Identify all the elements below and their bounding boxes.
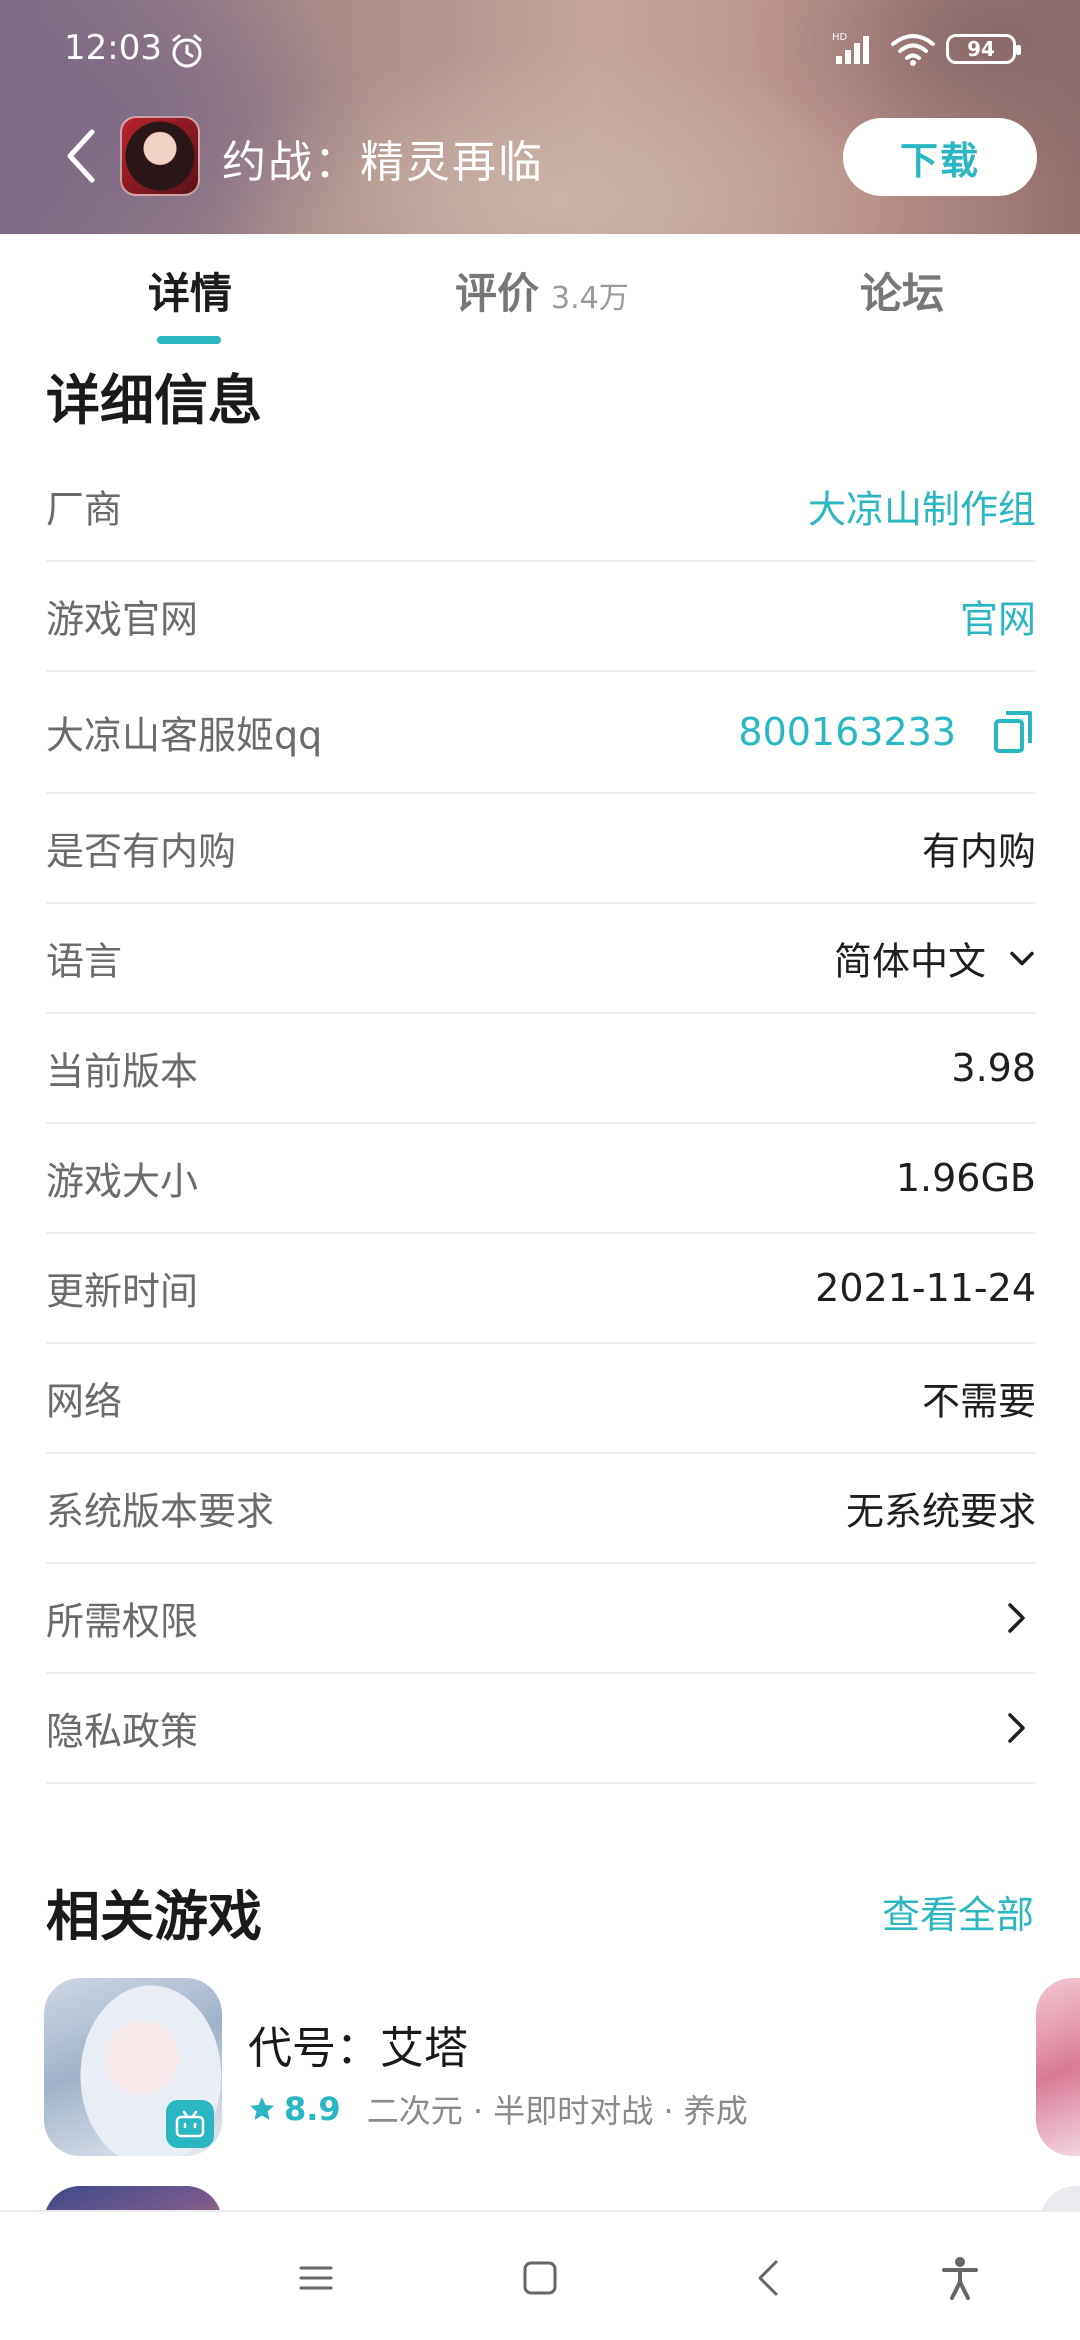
home-icon xyxy=(523,2261,557,2295)
website-link[interactable]: 官网 xyxy=(960,589,1036,644)
battery-indicator: 94 xyxy=(946,34,1021,64)
game-name: 代号：艾塔 xyxy=(248,2023,468,2074)
accessibility-icon xyxy=(942,2257,978,2300)
tab-details[interactable]: 详情 xyxy=(148,260,232,321)
detail-value: 2021-11-24 xyxy=(815,1266,1036,1310)
detail-label: 系统版本要求 xyxy=(46,1489,275,1534)
detail-row-privacy-policy[interactable]: 隐私政策 xyxy=(46,1674,1036,1784)
detail-label: 隐私政策 xyxy=(46,1709,199,1754)
detail-label: 语言 xyxy=(46,939,123,984)
tab-reviews-count: 3.4万 xyxy=(551,281,629,316)
related-game-card[interactable]: 代号：艾塔 8.9 二次元 · 半即时对战 · 养成 xyxy=(44,1978,1004,2156)
back-icon xyxy=(758,2260,778,2296)
app-title: 约战：精灵再临 xyxy=(222,137,544,188)
detail-row-update-time: 更新时间 2021-11-24 xyxy=(46,1234,1036,1344)
detail-label: 游戏官网 xyxy=(46,597,199,642)
tab-details-label: 详情 xyxy=(148,269,233,318)
detail-label: 更新时间 xyxy=(46,1269,199,1314)
menu-icon xyxy=(299,2266,333,2290)
chevron-down-icon xyxy=(1010,951,1034,965)
details-list: 厂商 大凉山制作组 游戏官网 官网 大凉山客服姬qq 800163233 是否有… xyxy=(46,452,1036,1784)
download-button[interactable]: 下载 xyxy=(843,118,1037,196)
detail-label: 大凉山客服姬qq xyxy=(46,713,323,758)
detail-row-permissions[interactable]: 所需权限 xyxy=(46,1564,1036,1674)
detail-value: 有内购 xyxy=(921,829,1036,874)
vendor-link[interactable]: 大凉山制作组 xyxy=(808,479,1036,534)
tab-reviews[interactable]: 评价 3.4万 xyxy=(455,260,629,321)
nav-back-button[interactable] xyxy=(736,2246,800,2310)
app-icon xyxy=(120,116,200,196)
support-qq-value[interactable]: 800163233 xyxy=(738,709,1036,755)
detail-label: 厂商 xyxy=(46,487,123,532)
detail-row-version: 当前版本 3.98 xyxy=(46,1014,1036,1124)
language-dropdown[interactable]: 简体中文 xyxy=(834,931,1036,986)
detail-label: 当前版本 xyxy=(46,1049,199,1094)
support-qq-number: 800163233 xyxy=(738,710,956,754)
view-all-link[interactable]: 查看全部 xyxy=(882,1884,1034,1939)
detail-value: 3.98 xyxy=(951,1046,1036,1090)
chevron-right-icon xyxy=(1008,1603,1025,1633)
detail-label: 网络 xyxy=(46,1379,123,1424)
alarm-icon xyxy=(172,34,202,68)
chevron-left-icon xyxy=(67,129,95,183)
detail-row-network: 网络 不需要 xyxy=(46,1344,1036,1454)
detail-value: 1.96GB xyxy=(895,1156,1036,1200)
detail-row-size: 游戏大小 1.96GB xyxy=(46,1124,1036,1234)
signal-icon: HD xyxy=(832,32,869,64)
bilibili-badge-icon xyxy=(166,2100,214,2148)
detail-row-vendor: 厂商 大凉山制作组 xyxy=(46,452,1036,562)
next-game-thumbnail[interactable] xyxy=(1036,1978,1080,2156)
system-nav-bar xyxy=(0,2210,1080,2340)
tab-active-indicator xyxy=(157,336,221,344)
details-section-title: 详细信息 xyxy=(46,369,262,432)
detail-row-support-qq: 大凉山客服姬qq 800163233 xyxy=(46,672,1036,794)
tab-bar: 详情 评价 3.4万 论坛 xyxy=(0,234,1080,344)
game-tags: 二次元 · 半即时对战 · 养成 xyxy=(366,2092,748,2130)
game-thumbnail xyxy=(44,1978,222,2156)
detail-value: 不需要 xyxy=(921,1379,1036,1424)
copy-icon[interactable] xyxy=(992,709,1036,755)
nav-home-button[interactable] xyxy=(508,2246,572,2310)
tab-forum[interactable]: 论坛 xyxy=(860,260,944,321)
detail-row-in-app-purchase: 是否有内购 有内购 xyxy=(46,794,1036,904)
wifi-icon xyxy=(891,34,935,66)
detail-row-system-requirement: 系统版本要求 无系统要求 xyxy=(46,1454,1036,1564)
battery-level: 94 xyxy=(967,37,995,61)
related-games-title: 相关游戏 xyxy=(46,1885,262,1948)
nav-accessibility-button[interactable] xyxy=(928,2246,992,2310)
app-header: 12:03 HD 94 约战：精灵再临 下载 xyxy=(0,0,1080,234)
signal-hd-label: HD xyxy=(832,32,848,43)
nav-menu-button[interactable] xyxy=(284,2246,348,2310)
detail-row-website: 游戏官网 官网 xyxy=(46,562,1036,672)
game-score: 8.9 xyxy=(284,2090,341,2128)
detail-row-language[interactable]: 语言 简体中文 xyxy=(46,904,1036,1014)
language-value: 简体中文 xyxy=(833,939,986,984)
status-bar: 12:03 HD 94 xyxy=(0,0,1080,100)
tab-reviews-label: 评价 xyxy=(455,269,540,318)
game-meta: 8.9 二次元 · 半即时对战 · 养成 xyxy=(248,2086,748,2132)
detail-value: 无系统要求 xyxy=(845,1489,1036,1534)
chevron-right-icon xyxy=(1008,1713,1025,1743)
status-time: 12:03 xyxy=(64,28,162,68)
back-button[interactable] xyxy=(56,120,106,192)
detail-label: 游戏大小 xyxy=(46,1159,199,1204)
detail-label: 是否有内购 xyxy=(46,829,237,874)
tab-forum-label: 论坛 xyxy=(860,269,945,318)
detail-label: 所需权限 xyxy=(46,1599,199,1644)
star-icon xyxy=(250,2097,274,2120)
